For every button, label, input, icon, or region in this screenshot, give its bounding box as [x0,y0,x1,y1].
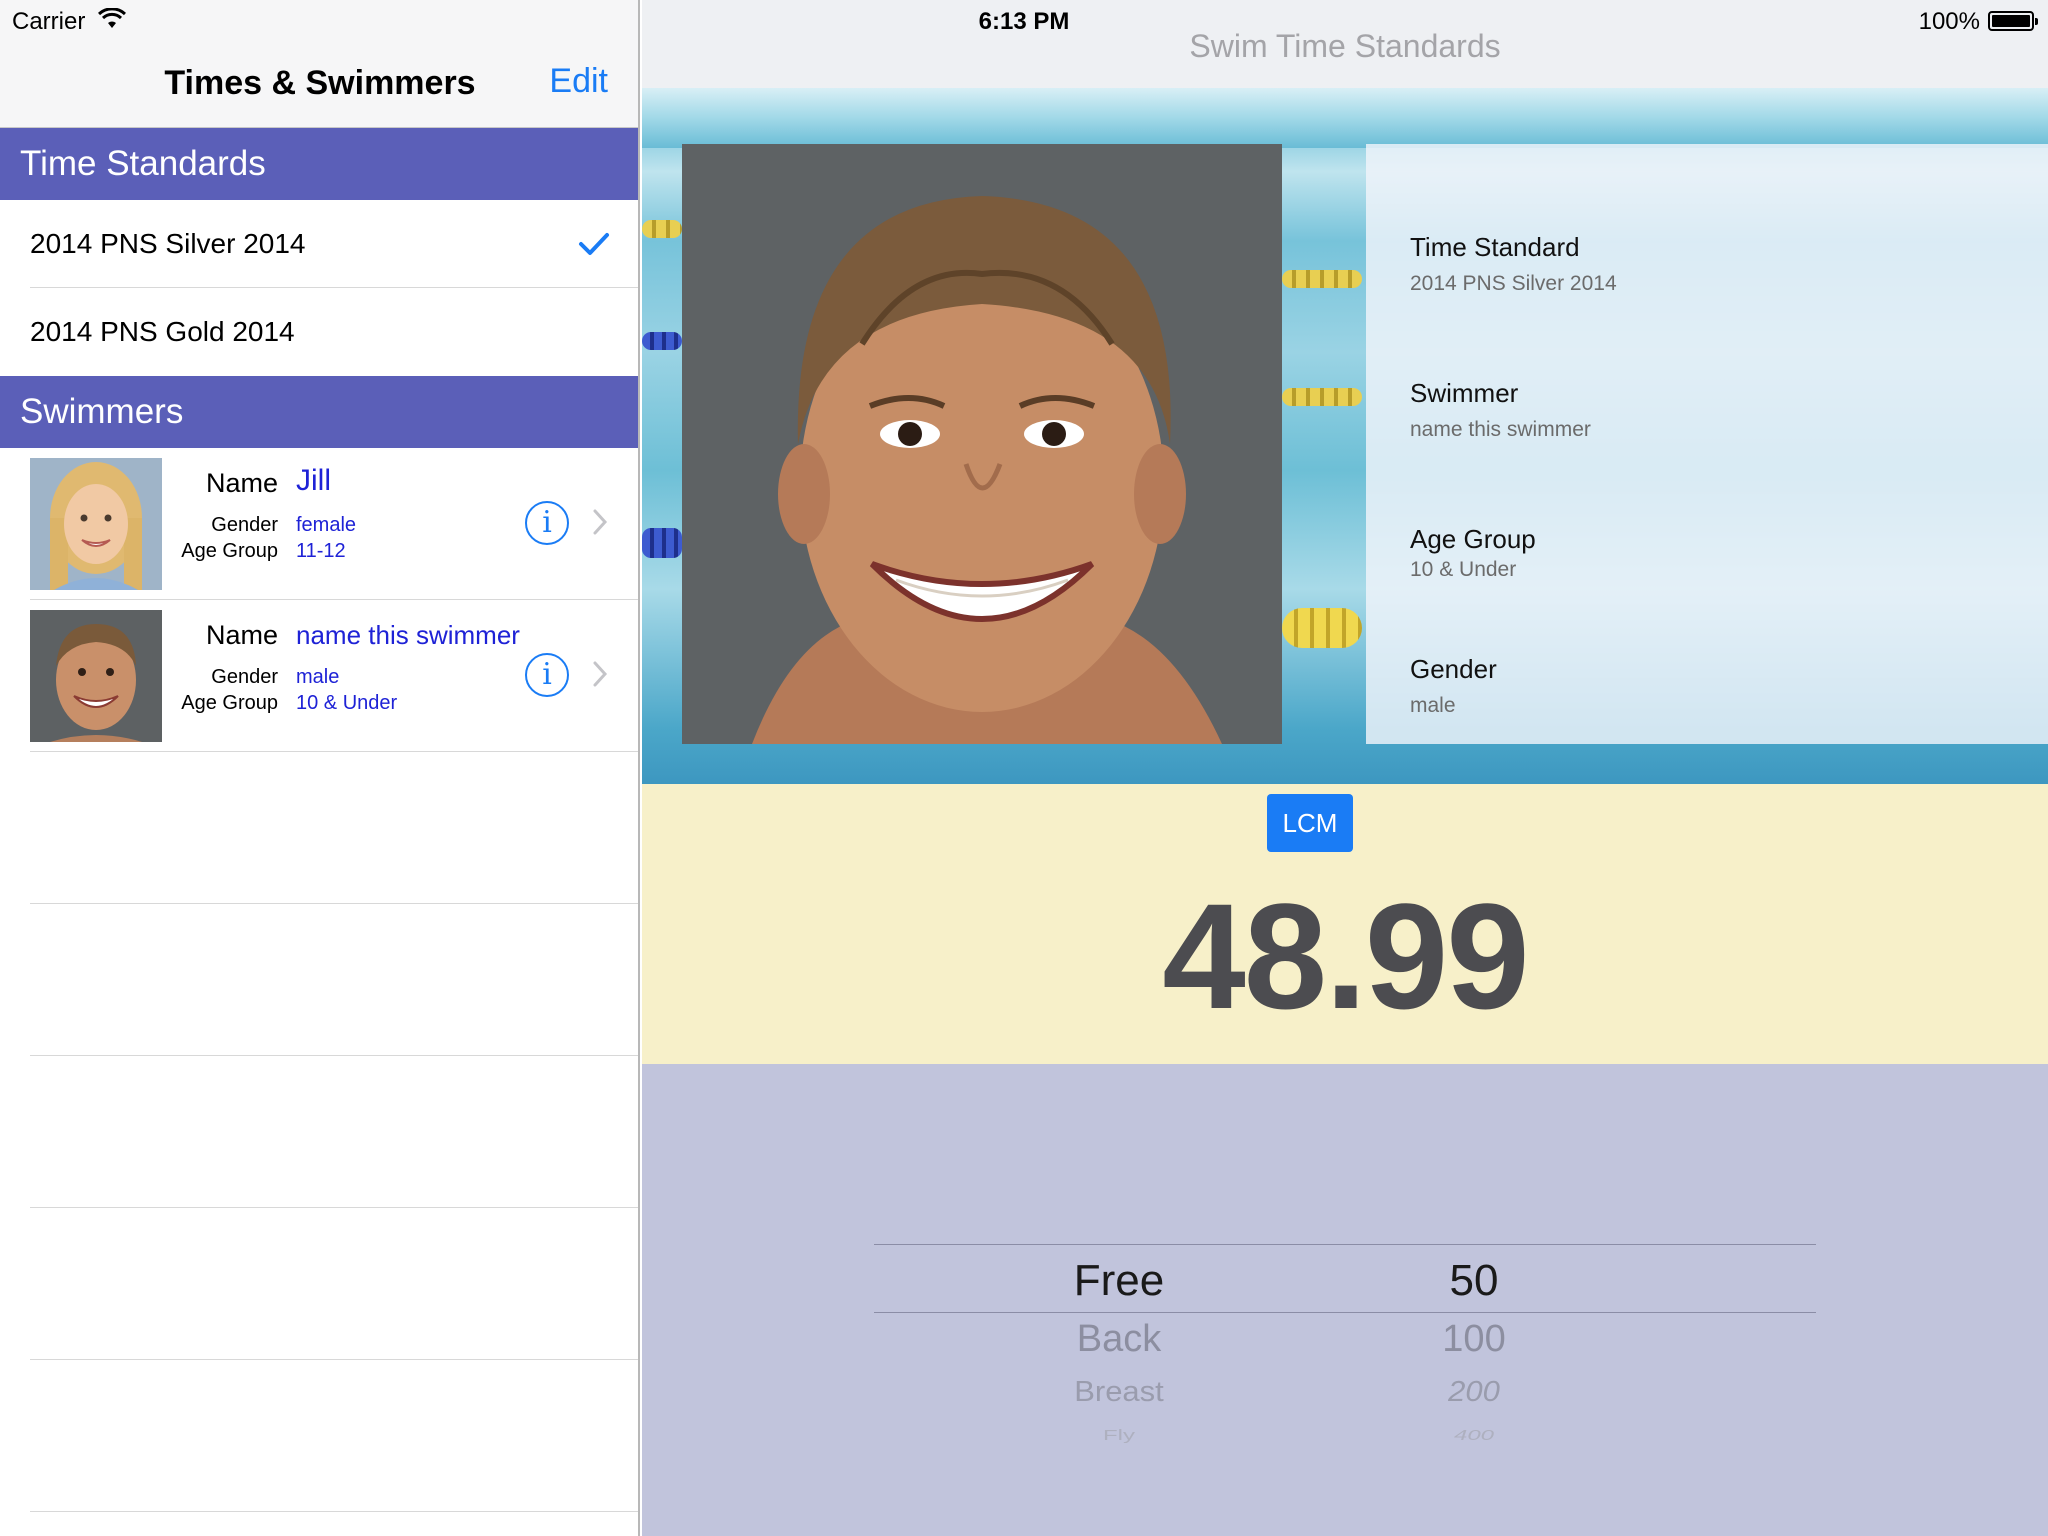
picker-stroke-option[interactable]: Fly [994,1428,1244,1445]
swimmer-row[interactable]: Name name this swimmer Gender male Age G… [0,600,638,752]
swimmer-age-group: 10 & Under [296,692,398,714]
gender-value: male [1410,694,1456,717]
section-header-time-standards: Time Standards [0,128,638,200]
empty-row-separator [30,1359,638,1360]
empty-row-separator [30,1055,638,1056]
swimmer-gender: male [296,666,340,688]
time-standard-value: 2014 PNS Silver 2014 [1410,272,1617,295]
time-panel: LCM 48.99 [642,784,2048,1064]
checkmark-icon [579,233,609,255]
chevron-right-icon [593,661,608,687]
swimmer-info-card: Time Standard 2014 PNS Silver 2014 Swimm… [1366,144,2048,744]
swimmer-photo-large [682,144,1282,744]
name-label: Name [205,468,278,498]
time-standard-row[interactable]: 2014 PNS Silver 2014 [0,200,638,288]
picker-stroke-option[interactable]: Back [994,1318,1244,1361]
info-icon[interactable]: i [525,501,569,545]
swimmer-photo [30,610,162,742]
edit-button[interactable]: Edit [549,62,608,101]
picker-distance-option[interactable]: 400 [1354,1428,1594,1445]
swimmer-row[interactable]: Name Jill Gender female Age Group 11-12 … [0,448,638,600]
swimmer-key: Swimmer [1410,378,1519,408]
time-standard-key: Time Standard [1410,232,1580,262]
swimmer-value: name this swimmer [1410,418,1591,441]
battery-icon [1988,11,2038,31]
picker-distance-option[interactable]: 100 [1354,1318,1594,1361]
time-standard-row[interactable]: 2014 PNS Gold 2014 [0,288,638,376]
picker-distance-option[interactable]: 200 [1354,1375,1594,1408]
age-group-key: Age Group [1410,524,1536,554]
course-button[interactable]: LCM [1267,794,1353,852]
standard-time: 48.99 [1162,872,1529,1040]
gender-key: Gender [1410,654,1497,684]
pool-background: Time Standard 2014 PNS Silver 2014 Swimm… [642,88,2048,784]
swimmer-name: name this swimmer [296,620,520,650]
empty-row-separator [30,1511,638,1512]
swimmer-gender: female [296,514,357,536]
picker-stroke-option[interactable]: Breast [994,1375,1244,1408]
time-standard-label: 2014 PNS Silver 2014 [30,228,306,259]
gender-label: Gender [211,514,278,536]
battery-percent: 100% [1918,8,1980,35]
detail-pane: Swim Time Standards Time Standard 2014 P… [642,0,2048,1536]
clock: 6:13 PM [978,8,1070,35]
name-label: Name [205,620,278,650]
swimmer-photo [30,458,162,590]
empty-row-separator [30,903,638,904]
swimmer-age-group: 11-12 [296,540,346,562]
master-pane: Times & Swimmers Edit Time Standards 201… [0,0,640,1536]
status-bar: Carrier 6:13 PM 100% [0,0,2048,40]
chevron-right-icon [593,509,608,535]
gender-label: Gender [211,666,278,688]
master-title: Times & Swimmers [164,64,476,102]
swimmer-name: Jill [296,464,331,497]
section-header-swimmers: Swimmers [0,376,638,448]
time-standard-label: 2014 PNS Gold 2014 [30,316,295,347]
picker-stroke-selected[interactable]: Free [994,1256,1244,1306]
age-group-label: Age Group [181,692,278,714]
age-group-label: Age Group [181,540,278,562]
info-icon[interactable]: i [525,653,569,697]
empty-row-separator [30,1207,638,1208]
event-picker[interactable]: Free 50 Back 100 Breast 200 Fly 400 [874,1244,1816,1460]
age-group-value: 10 & Under [1410,558,1517,581]
picker-distance-selected[interactable]: 50 [1354,1256,1594,1306]
